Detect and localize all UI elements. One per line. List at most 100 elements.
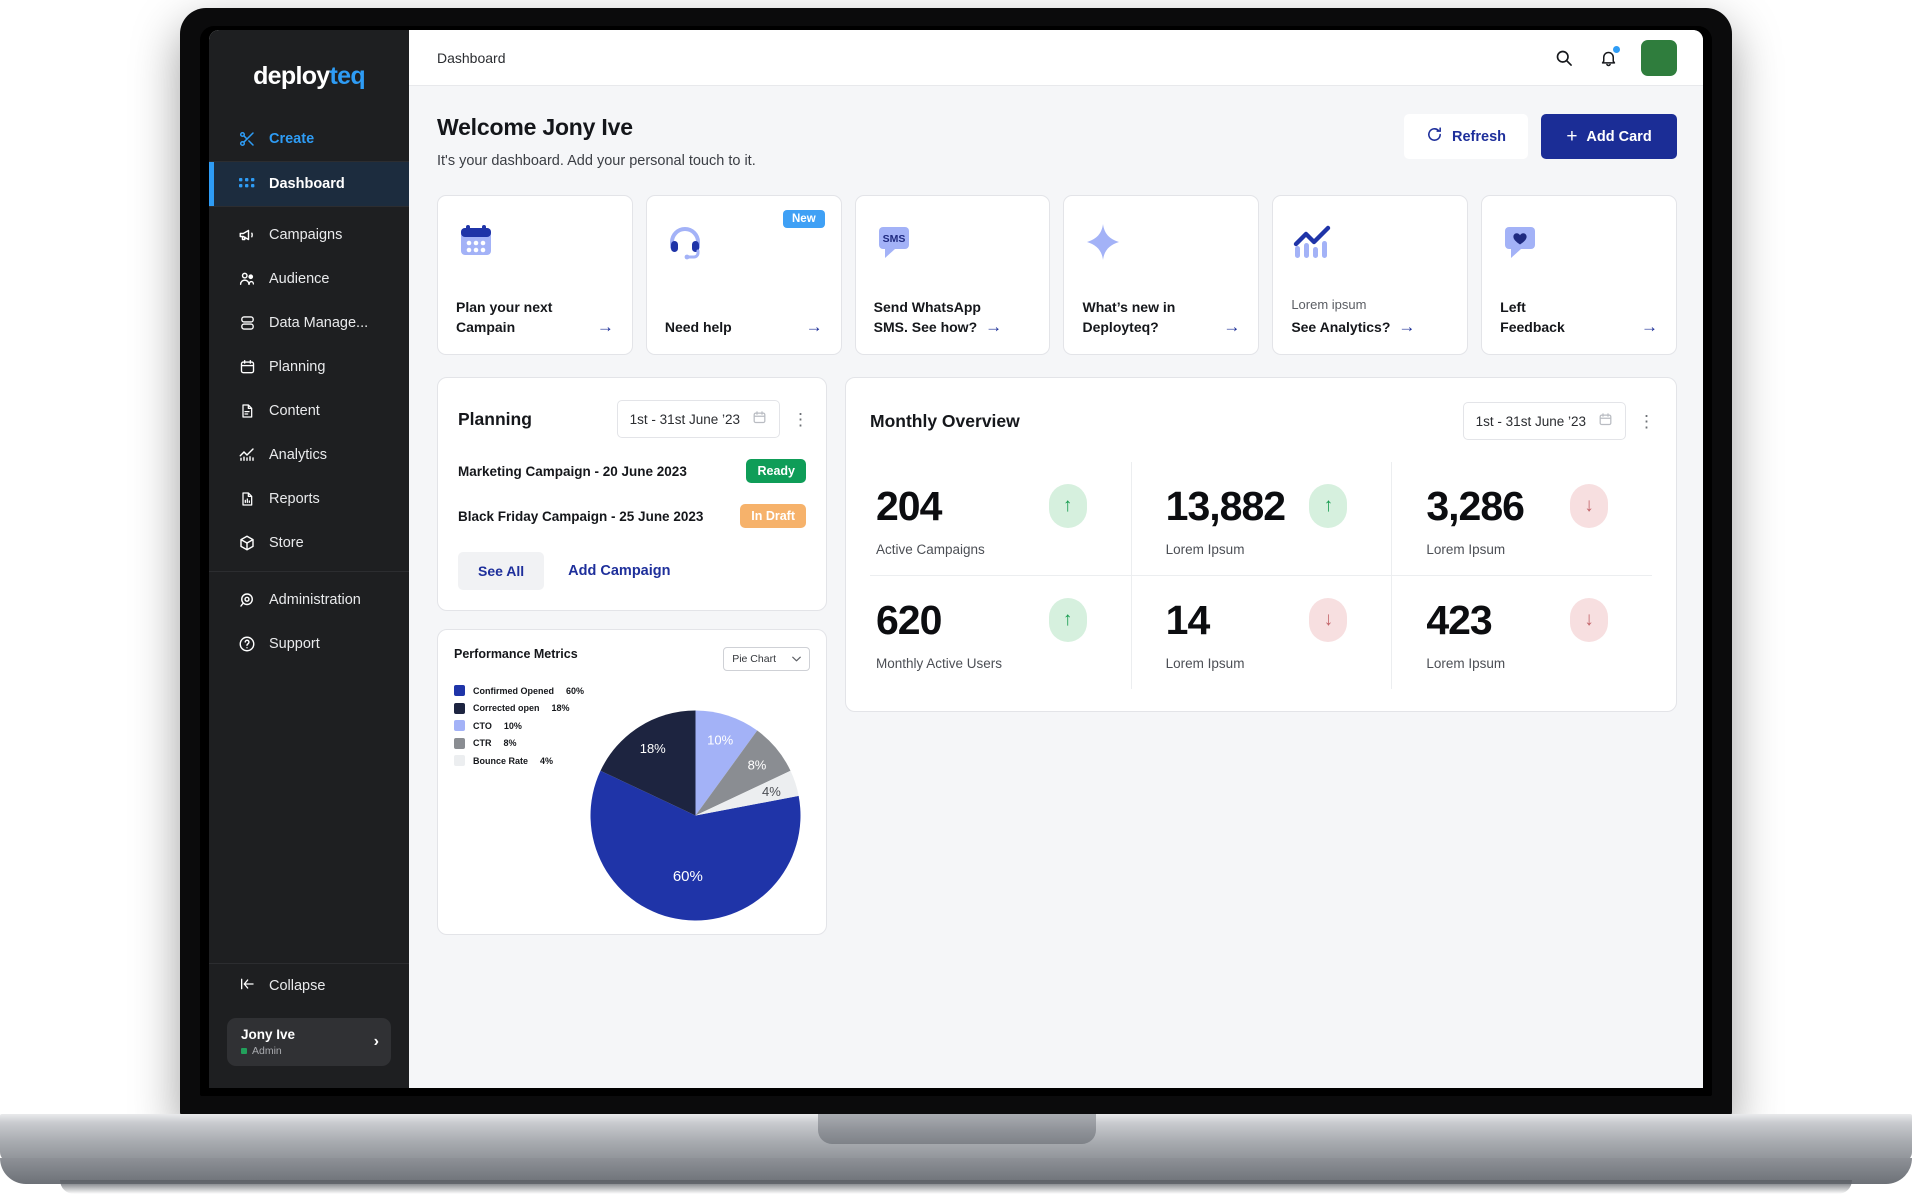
user-role-label: Admin xyxy=(252,1044,282,1057)
sidebar-item-label: Store xyxy=(269,535,304,551)
legend-label: Bounce Rate xyxy=(473,755,529,766)
sidebar-item-analytics[interactable]: Analytics xyxy=(209,433,409,477)
user-role: Admin xyxy=(241,1045,374,1057)
stat-value: 204 xyxy=(876,482,942,529)
legend-swatch xyxy=(454,737,465,749)
topbar: Dashboard xyxy=(409,30,1703,86)
quick-card-line2: SMS. See how? xyxy=(873,318,978,335)
quick-card-whatsapp-sms[interactable]: SMS Send WhatsApp SMS. See how? → xyxy=(854,195,1051,355)
sidebar-item-create[interactable]: Create xyxy=(209,117,409,161)
arrow-right-icon[interactable]: → xyxy=(985,316,1002,338)
quick-card-need-help[interactable]: New Need help → xyxy=(645,195,842,355)
plus-icon: + xyxy=(1566,125,1578,147)
see-all-button[interactable]: See All xyxy=(458,552,545,590)
quick-card-text: Left Feedback → xyxy=(1500,298,1658,338)
analytics-bars-icon xyxy=(1291,215,1449,269)
quick-card-whats-new[interactable]: What’s new in Deployteq? → xyxy=(1063,195,1260,355)
stat-value: 423 xyxy=(1426,596,1492,643)
arrow-right-icon[interactable]: → xyxy=(597,316,614,338)
sidebar-item-reports[interactable]: Reports xyxy=(209,477,409,521)
stat-label: Active Campaigns xyxy=(876,542,985,557)
quick-card-line2: See Analytics? xyxy=(1291,318,1391,335)
user-profile-card[interactable]: Jony Ive Admin › xyxy=(227,1018,391,1066)
quick-card-see-analytics[interactable]: Lorem ipsum See Analytics? → xyxy=(1272,195,1469,355)
quick-action-cards: Plan your next Campain → New Need help →… xyxy=(437,195,1677,355)
document-icon xyxy=(238,402,256,420)
question-circle-icon xyxy=(238,635,256,653)
user-meta: Jony Ive Admin xyxy=(241,1027,374,1057)
planning-more-options-button[interactable]: ⋮ xyxy=(792,411,809,428)
stat-top: 3,286 ↓ xyxy=(1426,484,1642,528)
arrow-right-icon[interactable]: → xyxy=(1223,316,1240,338)
stat-label: Lorem Ipsum xyxy=(1165,542,1245,557)
sidebar-item-content[interactable]: Content xyxy=(209,389,409,433)
app-screen: deployteq Create Dashboard Campaigns Aud… xyxy=(209,30,1703,1088)
sidebar-item-campaigns[interactable]: Campaigns xyxy=(209,213,409,257)
legend-swatch xyxy=(454,755,465,766)
quick-card-line2-row: See Analytics? → xyxy=(1291,316,1449,338)
quick-card-line2: Deployteq? xyxy=(1082,318,1159,335)
heart-bubble-icon xyxy=(1500,215,1658,269)
brand-logo[interactable]: deployteq xyxy=(209,30,409,117)
legend-label: CTO xyxy=(473,720,492,731)
legend-label: CTR xyxy=(473,738,492,748)
sidebar-item-label: Planning xyxy=(269,359,326,375)
chart-type-select[interactable]: Pie Chart xyxy=(723,647,810,671)
sidebar-item-label: Dashboard xyxy=(269,176,345,192)
sidebar-item-planning[interactable]: Planning xyxy=(209,345,409,389)
monthly-overview-more-options-button[interactable]: ⋮ xyxy=(1638,413,1655,430)
stat-cell: 620 ↑ Monthly Active Users xyxy=(870,575,1131,689)
sidebar-item-dashboard[interactable]: Dashboard xyxy=(209,162,409,206)
monthly-overview-date-range-value: 1st - 31st June ’23 xyxy=(1475,413,1586,429)
legend-value: 4% xyxy=(540,755,554,766)
arrow-right-icon[interactable]: → xyxy=(1641,316,1658,338)
sidebar: deployteq Create Dashboard Campaigns Aud… xyxy=(209,30,409,1088)
monthly-overview-stats-grid: 204 ↑ Active Campaigns 13,882 ↑ Lorem Ip… xyxy=(870,462,1652,689)
refresh-button[interactable]: Refresh xyxy=(1404,114,1528,159)
legend-swatch xyxy=(454,702,465,714)
planning-card: Planning 1st - 31st June ’23 ⋮ Marketing… xyxy=(437,377,827,611)
sidebar-item-administration[interactable]: Administration xyxy=(209,578,409,622)
stat-top: 620 ↑ xyxy=(876,598,1121,642)
sidebar-item-audience[interactable]: Audience xyxy=(209,257,409,301)
monthly-overview-title: Monthly Overview xyxy=(870,410,1020,431)
quick-card-text: Send WhatsApp SMS. See how? → xyxy=(874,298,1032,338)
avatar[interactable] xyxy=(1641,39,1677,76)
quick-card-line1: Send WhatsApp xyxy=(873,298,981,315)
sidebar-item-store[interactable]: Store xyxy=(209,521,409,565)
quick-card-line1-row: Need help → xyxy=(665,316,823,338)
chart-line-icon xyxy=(238,446,256,464)
page-subtitle: It's your dashboard. Add your personal t… xyxy=(437,153,756,169)
quick-card-left-feedback[interactable]: Left Feedback → xyxy=(1481,195,1677,355)
monthly-overview-date-range-picker[interactable]: 1st - 31st June ’23 xyxy=(1462,402,1626,440)
sidebar-item-data-management[interactable]: Data Manage... xyxy=(209,301,409,345)
sidebar-item-label: Administration xyxy=(269,592,361,608)
legend-swatch xyxy=(454,720,465,731)
quick-card-plan-campaign[interactable]: Plan your next Campain → xyxy=(437,195,633,355)
arrow-right-icon[interactable]: → xyxy=(1398,316,1415,338)
bell-icon[interactable] xyxy=(1597,45,1620,69)
planning-row[interactable]: Marketing Campaign - 20 June 2023 Ready xyxy=(458,459,806,483)
planning-row[interactable]: Black Friday Campaign - 25 June 2023 In … xyxy=(458,504,806,528)
stat-label: Lorem Ipsum xyxy=(1426,656,1506,671)
stat-cell: 13,882 ↑ Lorem Ipsum xyxy=(1130,462,1392,575)
stat-cell: 14 ↓ Lorem Ipsum xyxy=(1130,575,1392,689)
trend-up-icon: ↑ xyxy=(1309,484,1348,528)
pie-slice-label: 10% xyxy=(707,733,733,748)
laptop-mockup: deployteq Create Dashboard Campaigns Aud… xyxy=(0,0,1912,1204)
legend-swatch xyxy=(454,685,465,696)
arrow-right-icon[interactable]: → xyxy=(806,316,823,338)
calendar-icon xyxy=(238,358,256,376)
pie-chart-svg: 60% 18% 10% 8% 4% xyxy=(590,710,801,921)
welcome-section: Welcome Jony Ive It's your dashboard. Ad… xyxy=(437,114,1677,169)
sms-bubble-icon: SMS xyxy=(874,215,1032,269)
planning-date-range-value: 1st - 31st June ’23 xyxy=(629,411,740,427)
planning-date-range-picker[interactable]: 1st - 31st June ’23 xyxy=(616,400,780,438)
sidebar-item-support[interactable]: Support xyxy=(209,622,409,666)
grid-icon xyxy=(238,175,256,193)
add-card-button[interactable]: + Add Card xyxy=(1541,114,1677,159)
search-icon[interactable] xyxy=(1553,47,1575,69)
database-icon xyxy=(238,314,256,332)
collapse-button[interactable]: Collapse xyxy=(209,964,409,1008)
add-campaign-button[interactable]: Add Campaign xyxy=(554,552,684,590)
